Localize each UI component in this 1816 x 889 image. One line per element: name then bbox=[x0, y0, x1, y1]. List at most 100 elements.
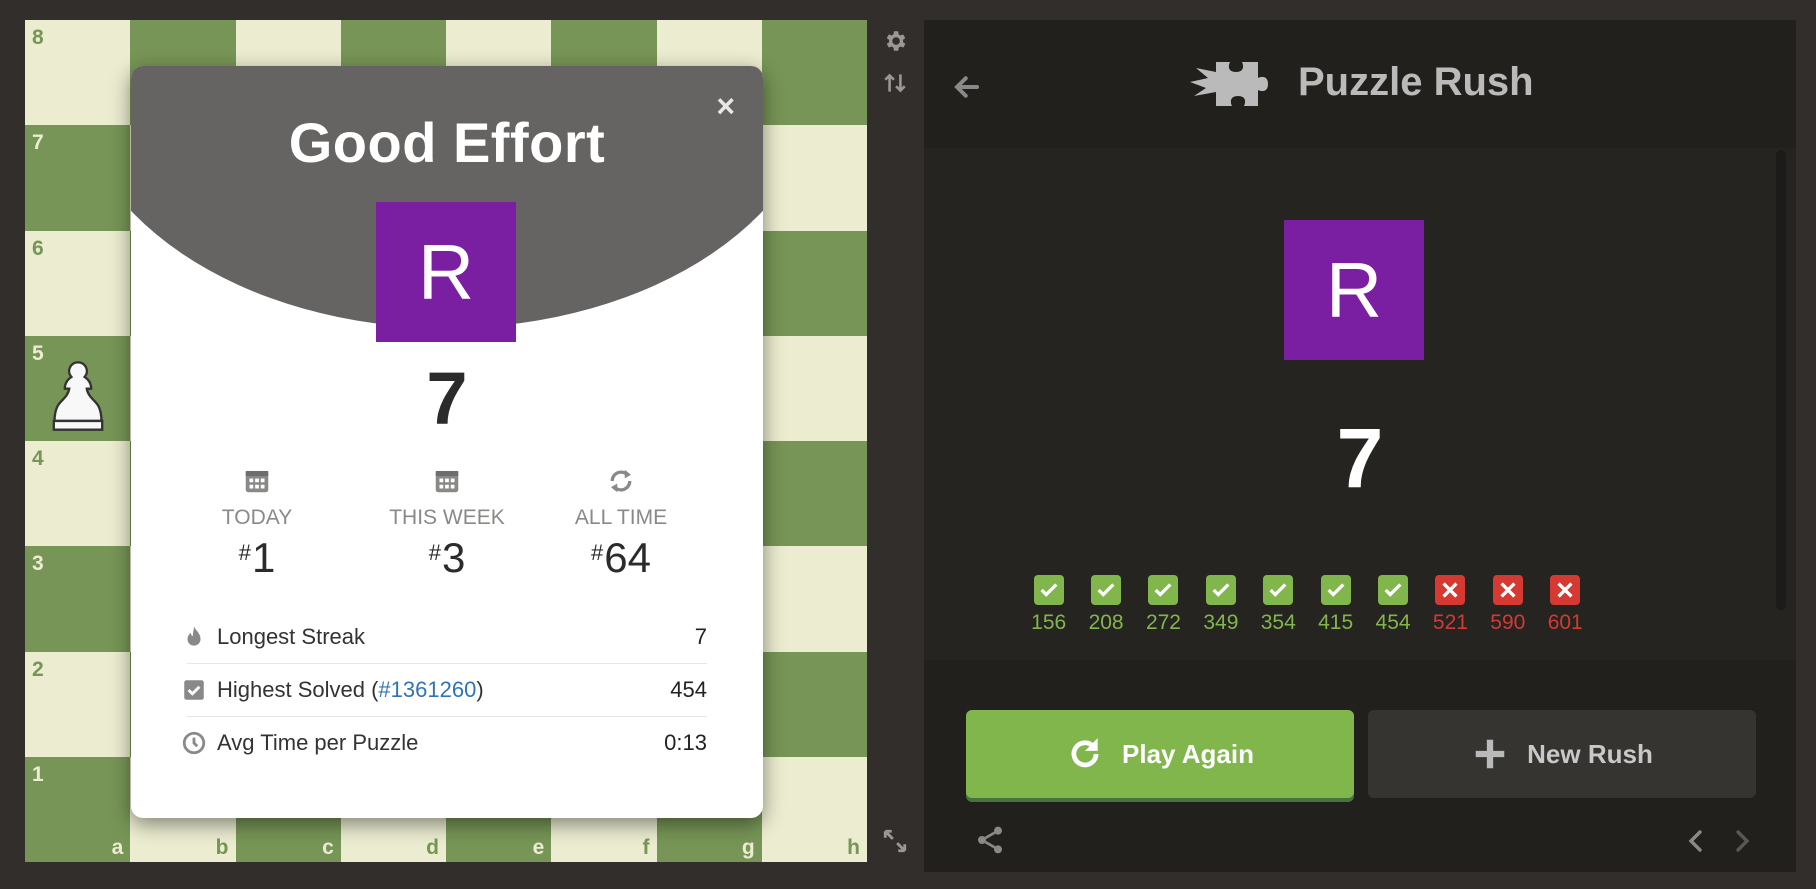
board-square-a3[interactable]: 3 bbox=[25, 546, 131, 652]
stat-value: 0:13 bbox=[664, 730, 707, 755]
panel-footer: Play Again New Rush bbox=[924, 660, 1796, 872]
board-square-h3[interactable] bbox=[761, 546, 867, 652]
stat-value: 7 bbox=[694, 624, 707, 649]
calendar-icon bbox=[245, 471, 269, 493]
result-box bbox=[1378, 575, 1409, 605]
result-item[interactable]: 349 bbox=[1192, 575, 1249, 635]
result-box bbox=[1091, 575, 1122, 605]
check-icon bbox=[1212, 583, 1230, 597]
result-rating: 454 bbox=[1375, 611, 1411, 634]
board-square-a4[interactable]: 4 bbox=[25, 441, 131, 547]
file-label: e bbox=[532, 836, 545, 859]
file-label: g bbox=[741, 836, 755, 859]
result-item[interactable]: 415 bbox=[1307, 575, 1364, 635]
settings-gear-icon[interactable] bbox=[882, 28, 908, 54]
final-score: 7 bbox=[426, 357, 468, 440]
stat-label: Longest Streak bbox=[217, 624, 365, 649]
rank-label: 4 bbox=[32, 447, 44, 470]
board-square-h6[interactable] bbox=[761, 230, 867, 336]
board-square-a6[interactable]: 6 bbox=[25, 230, 131, 336]
result-item[interactable]: 208 bbox=[1077, 575, 1134, 635]
play-again-button[interactable]: Play Again bbox=[966, 710, 1354, 798]
refresh-icon bbox=[610, 469, 632, 493]
modal-title: Good Effort bbox=[288, 111, 606, 174]
play-again-label: Play Again bbox=[1122, 738, 1254, 769]
flip-board-icon[interactable] bbox=[882, 70, 908, 96]
ranking-label: ALL TIME bbox=[574, 506, 668, 529]
board-square-h2[interactable] bbox=[761, 651, 867, 757]
check-icon bbox=[1327, 583, 1345, 597]
x-icon bbox=[1442, 582, 1459, 598]
puzzle-link[interactable]: #1361260 bbox=[378, 677, 476, 702]
result-item[interactable]: 454 bbox=[1364, 575, 1421, 635]
flame-icon bbox=[187, 626, 201, 646]
board-square-h5[interactable] bbox=[761, 335, 867, 441]
result-rating: 156 bbox=[1031, 611, 1067, 634]
result-box bbox=[1033, 575, 1064, 605]
ranking-value: #64 bbox=[591, 534, 651, 581]
file-label: c bbox=[322, 836, 334, 859]
stat-value: 454 bbox=[670, 677, 707, 702]
rank-label: 2 bbox=[32, 657, 44, 681]
board-square-a7[interactable]: 7 bbox=[25, 125, 131, 231]
result-box bbox=[1148, 575, 1179, 605]
board-square-h7[interactable] bbox=[761, 125, 867, 231]
share-icon[interactable] bbox=[974, 824, 1006, 856]
resize-icon[interactable] bbox=[882, 828, 908, 854]
back-arrow-icon[interactable] bbox=[952, 72, 982, 102]
ranking-value: #3 bbox=[428, 534, 466, 581]
ranking-all-time: ALL TIME #64 bbox=[541, 466, 701, 582]
puzzle-rush-icon bbox=[1190, 62, 1268, 106]
board-square-a5[interactable]: 5 bbox=[25, 335, 131, 441]
board-square-h8[interactable] bbox=[761, 20, 867, 126]
result-item[interactable]: 272 bbox=[1135, 575, 1192, 635]
result-rating: 272 bbox=[1145, 611, 1181, 634]
ranking-this-week: THIS WEEK #3 bbox=[367, 466, 527, 582]
result-box bbox=[1435, 575, 1466, 605]
result-rating: 601 bbox=[1547, 611, 1583, 634]
result-item[interactable]: 156 bbox=[1020, 575, 1077, 635]
result-item[interactable]: 521 bbox=[1422, 575, 1479, 635]
x-icon bbox=[1557, 582, 1573, 598]
puzzle-results: 156 208 272 349 354 415 454 521 590 601 bbox=[1020, 575, 1594, 635]
board-square-a8[interactable]: 8 bbox=[25, 20, 131, 126]
check-icon bbox=[1269, 583, 1287, 597]
scrollbar[interactable] bbox=[1776, 150, 1786, 610]
check-icon bbox=[1384, 583, 1402, 597]
check-icon bbox=[1154, 583, 1172, 597]
result-box bbox=[1550, 575, 1581, 605]
puzzle-rush-panel: Puzzle Rush R 7 156 208 272 349 354 415 454 521… bbox=[924, 20, 1796, 872]
board-square-h1[interactable]: h bbox=[761, 756, 867, 862]
plus-icon bbox=[1475, 739, 1505, 769]
x-icon bbox=[1500, 582, 1516, 598]
result-modal: Good Effort × R 7 TODAY #1 THIS WEEK #3 … bbox=[131, 66, 763, 818]
result-item[interactable]: 354 bbox=[1250, 575, 1307, 635]
white-pawn-icon[interactable] bbox=[45, 356, 111, 436]
new-rush-button[interactable]: New Rush bbox=[1368, 710, 1756, 798]
result-box bbox=[1263, 575, 1294, 605]
stats-list: Longest Streak 7 Highest Solved (#136126… bbox=[182, 611, 707, 769]
chevron-left-icon[interactable] bbox=[1684, 826, 1708, 856]
file-label: f bbox=[642, 836, 650, 859]
close-icon[interactable]: × bbox=[716, 88, 735, 125]
board-square-a1[interactable]: 1a bbox=[25, 756, 131, 862]
ranking-value: #1 bbox=[238, 534, 276, 581]
board-square-h4[interactable] bbox=[761, 441, 867, 547]
rank-label: 7 bbox=[32, 131, 44, 155]
rank-label: 3 bbox=[32, 552, 44, 576]
result-box bbox=[1205, 575, 1236, 605]
stat-label: Avg Time per Puzzle bbox=[217, 730, 419, 755]
avatar: R bbox=[1284, 220, 1424, 360]
rank-label: 5 bbox=[32, 341, 44, 365]
board-square-a2[interactable]: 2 bbox=[25, 651, 131, 757]
file-label: h bbox=[847, 836, 860, 859]
new-rush-label: New Rush bbox=[1527, 738, 1653, 769]
result-item[interactable]: 590 bbox=[1479, 575, 1536, 635]
chevron-right-icon[interactable] bbox=[1730, 826, 1754, 856]
file-label: d bbox=[426, 836, 439, 859]
stat-highest-solved: Highest Solved (#1361260) 454 bbox=[184, 664, 707, 717]
result-rating: 415 bbox=[1318, 611, 1354, 634]
stat-avg-time: Avg Time per Puzzle 0:13 bbox=[182, 717, 707, 769]
rank-label: 8 bbox=[32, 26, 44, 49]
result-item[interactable]: 601 bbox=[1537, 575, 1594, 635]
